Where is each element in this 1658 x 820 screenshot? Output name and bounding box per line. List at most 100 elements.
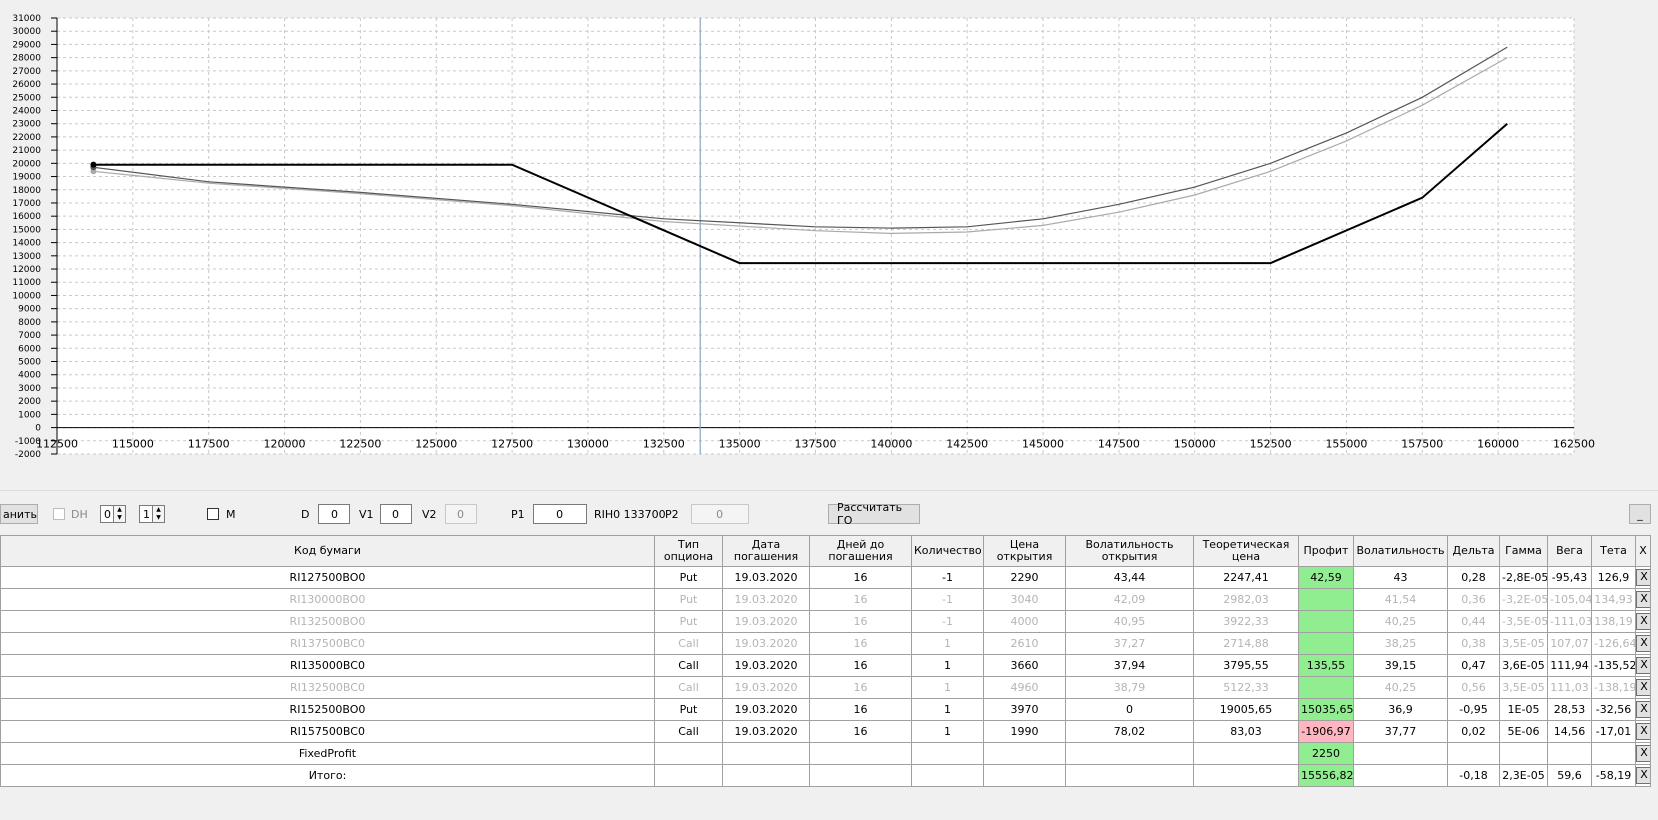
col-header[interactable]: Количество xyxy=(911,535,984,567)
table-cell[interactable]: 0,47 xyxy=(1447,654,1500,677)
table-cell[interactable]: 42,09 xyxy=(1065,588,1194,611)
col-header[interactable]: Теоретическая цена xyxy=(1193,535,1299,567)
table-cell[interactable]: 19.03.2020 xyxy=(722,588,810,611)
table-cell[interactable]: 2,3E-05 xyxy=(1499,764,1548,787)
table-cell[interactable]: 3040 xyxy=(983,588,1066,611)
spin-1-arrows[interactable]: ▲ ▼ xyxy=(114,505,126,523)
table-cell[interactable]: -58,19 xyxy=(1591,764,1636,787)
table-cell[interactable]: 38,25 xyxy=(1353,632,1448,655)
col-header[interactable]: Цена открытия xyxy=(983,535,1066,567)
table-cell[interactable]: RI127500BO0 xyxy=(0,566,655,589)
table-cell[interactable]: 19.03.2020 xyxy=(722,566,810,589)
table-cell[interactable]: 16 xyxy=(809,632,912,655)
table-cell[interactable]: 37,94 xyxy=(1065,654,1194,677)
col-header[interactable]: Тип опциона xyxy=(654,535,723,567)
p2-input[interactable]: 0 xyxy=(690,504,749,524)
delete-row-button[interactable]: X xyxy=(1636,745,1650,762)
table-cell[interactable]: RI157500BC0 xyxy=(0,720,655,743)
table-cell[interactable]: 3,5E-05 xyxy=(1499,632,1548,655)
table-cell[interactable]: 40,95 xyxy=(1065,610,1194,633)
m-checkbox[interactable] xyxy=(207,508,219,520)
table-cell[interactable]: 36,9 xyxy=(1353,698,1448,721)
table-cell[interactable]: 111,03 xyxy=(1547,676,1592,699)
arrow-up-icon[interactable]: ▲ xyxy=(114,506,125,514)
table-cell[interactable]: 28,53 xyxy=(1547,698,1592,721)
table-cell[interactable]: 2290 xyxy=(983,566,1066,589)
table-cell[interactable]: -138,19 xyxy=(1591,676,1636,699)
spin-2-value[interactable]: 1 xyxy=(139,505,153,523)
table-cell[interactable]: -1 xyxy=(911,566,984,589)
table-cell[interactable]: 0 xyxy=(1065,698,1194,721)
table-cell[interactable]: -0,18 xyxy=(1447,764,1500,787)
table-cell[interactable]: 1990 xyxy=(983,720,1066,743)
table-cell[interactable] xyxy=(911,742,984,765)
col-header[interactable]: Тета xyxy=(1591,535,1636,567)
table-cell[interactable] xyxy=(809,742,912,765)
dh-checkbox[interactable] xyxy=(53,508,65,520)
table-cell[interactable]: 16 xyxy=(809,610,912,633)
table-cell[interactable] xyxy=(983,764,1066,787)
table-cell[interactable] xyxy=(1065,764,1194,787)
table-cell[interactable]: RI137500BC0 xyxy=(0,632,655,655)
table-cell[interactable]: 5122,33 xyxy=(1193,676,1299,699)
table-cell[interactable]: Put xyxy=(654,566,723,589)
minimize-button[interactable]: _ xyxy=(1629,504,1651,524)
table-cell[interactable]: 16 xyxy=(809,588,912,611)
delete-row-button[interactable]: X xyxy=(1636,657,1650,674)
col-header[interactable]: Дата погашения xyxy=(722,535,810,567)
table-cell[interactable]: 4960 xyxy=(983,676,1066,699)
table-cell[interactable] xyxy=(1298,676,1354,699)
table-cell[interactable]: 1 xyxy=(911,632,984,655)
table-cell[interactable]: Итого: xyxy=(0,764,655,787)
col-header[interactable]: X xyxy=(1635,535,1651,567)
col-header[interactable]: Вега xyxy=(1547,535,1592,567)
table-cell[interactable]: 3970 xyxy=(983,698,1066,721)
table-row[interactable]: FixedProfit 2250 X xyxy=(0,742,1651,765)
table-cell[interactable] xyxy=(809,764,912,787)
table-cell[interactable]: 14,56 xyxy=(1547,720,1592,743)
table-cell[interactable]: 2247,41 xyxy=(1193,566,1299,589)
delete-row-button[interactable]: X xyxy=(1636,679,1650,696)
table-cell[interactable] xyxy=(1499,742,1548,765)
spin-2[interactable]: 1 ▲ ▼ xyxy=(139,505,165,523)
table-cell[interactable]: 3,6E-05 xyxy=(1499,654,1548,677)
table-cell[interactable]: -17,01 xyxy=(1591,720,1636,743)
splitter[interactable] xyxy=(0,490,1658,491)
delete-row-button[interactable]: X xyxy=(1636,701,1650,718)
table-cell[interactable]: RI130000BO0 xyxy=(0,588,655,611)
table-row[interactable]: RI135000BC0 Call 19.03.2020 16 1 3660 37,94 379… xyxy=(0,654,1651,677)
col-header[interactable]: Волатильность открытия xyxy=(1065,535,1194,567)
table-cell[interactable]: 37,27 xyxy=(1065,632,1194,655)
table-row[interactable]: RI132500BO0 Put 19.03.2020 16 -1 4000 40,95 392… xyxy=(0,610,1651,633)
table-cell[interactable] xyxy=(722,764,810,787)
table-cell[interactable]: Call xyxy=(654,654,723,677)
table-cell[interactable]: 5E-06 xyxy=(1499,720,1548,743)
delete-row-button[interactable]: X xyxy=(1636,613,1650,630)
table-cell[interactable]: -3,2E-05 xyxy=(1499,588,1548,611)
table-cell[interactable]: 39,15 xyxy=(1353,654,1448,677)
col-header[interactable]: Дельта xyxy=(1447,535,1500,567)
col-header[interactable]: Код бумаги xyxy=(0,535,655,567)
table-cell[interactable] xyxy=(654,764,723,787)
delete-row-button[interactable]: X xyxy=(1636,569,1650,586)
table-cell[interactable]: 19.03.2020 xyxy=(722,698,810,721)
table-row[interactable]: RI157500BC0 Call 19.03.2020 16 1 1990 78,02 83,… xyxy=(0,720,1651,743)
delete-row-button[interactable]: X xyxy=(1636,767,1650,784)
table-cell[interactable]: -0,95 xyxy=(1447,698,1500,721)
table-cell[interactable] xyxy=(654,742,723,765)
table-cell[interactable]: 16 xyxy=(809,720,912,743)
table-cell[interactable]: 0,28 xyxy=(1447,566,1500,589)
table-cell[interactable] xyxy=(1547,742,1592,765)
table-cell[interactable]: 0,56 xyxy=(1447,676,1500,699)
table-cell[interactable]: 107,07 xyxy=(1547,632,1592,655)
table-cell[interactable]: 0,02 xyxy=(1447,720,1500,743)
table-row[interactable]: RI130000BO0 Put 19.03.2020 16 -1 3040 42,09 298… xyxy=(0,588,1651,611)
table-cell[interactable]: 135,55 xyxy=(1298,654,1354,677)
table-cell[interactable]: 3,5E-05 xyxy=(1499,676,1548,699)
table-cell[interactable] xyxy=(1065,742,1194,765)
table-cell[interactable]: 3795,55 xyxy=(1193,654,1299,677)
table-cell[interactable]: 15035,65 xyxy=(1298,698,1354,721)
table-cell[interactable]: Put xyxy=(654,698,723,721)
table-cell[interactable]: 16 xyxy=(809,654,912,677)
table-cell[interactable]: 16 xyxy=(809,698,912,721)
